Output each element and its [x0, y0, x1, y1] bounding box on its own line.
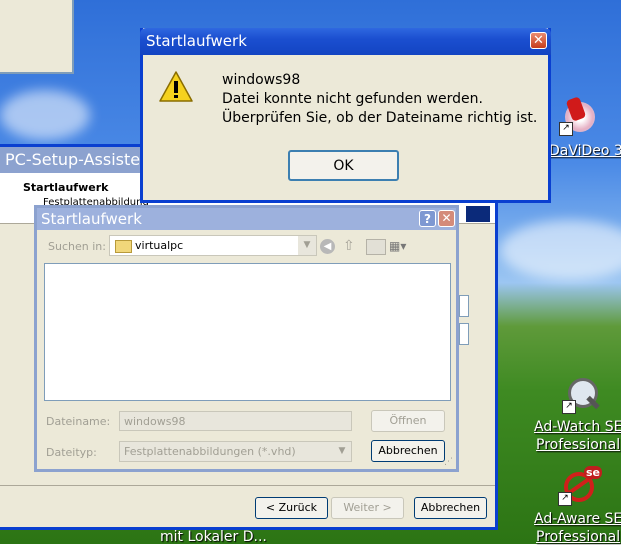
wizard-scroll-stub	[459, 295, 469, 317]
desktop-icon-ad-aware[interactable]: se ↗ Ad-Aware SE Professional	[532, 464, 621, 546]
new-folder-icon[interactable]	[366, 239, 386, 255]
wizard-title: PC-Setup-Assiste	[5, 150, 141, 169]
error-message-box: Startlaufwerk ✕ windows98 Datei konnte n…	[140, 28, 551, 203]
wizard-footer-divider	[0, 485, 495, 486]
open-file-dialog: Startlaufwerk ? ✕ Suchen in: virtualpc ▼…	[34, 205, 459, 472]
view-menu-icon[interactable]: ▦▾	[389, 239, 415, 253]
resize-grip-icon[interactable]: ⋰	[444, 457, 454, 467]
desktop-icon-label: DaViDeo 3	[549, 143, 621, 159]
back-nav-icon[interactable]: ◀	[320, 239, 335, 254]
message-line-3: Überprüfen Sie, ob der Dateiname richtig…	[222, 110, 538, 126]
message-box-titlebar: Startlaufwerk	[140, 28, 551, 55]
desktop-icon-label-line2: Professional	[536, 529, 621, 545]
open-dialog-titlebar: Startlaufwerk	[37, 208, 456, 230]
back-button[interactable]: < Zurück	[255, 497, 328, 519]
next-button[interactable]: Weiter >	[331, 497, 404, 519]
ad-aware-icon: se ↗	[558, 466, 603, 506]
message-box-title: Startlaufwerk	[146, 32, 247, 50]
help-button[interactable]: ?	[419, 210, 436, 227]
wizard-logo-icon	[465, 205, 491, 223]
desktop-icon-label-line1: Ad-Aware SE	[534, 511, 621, 527]
magnifier-icon: ↗	[562, 374, 602, 414]
message-box-close-button[interactable]: ✕	[530, 32, 547, 49]
filetype-value: Festplattenabbildungen (*.vhd)	[124, 445, 296, 458]
open-dialog-cancel-button[interactable]: Abbrechen	[371, 440, 445, 462]
lookin-select[interactable]: virtualpc ▼	[109, 235, 317, 256]
open-dialog-close-button[interactable]: ✕	[438, 210, 455, 227]
desktop-icon-label-line1: Ad-Watch SE	[534, 419, 621, 435]
warning-icon	[159, 70, 193, 104]
desktop-icon-ad-watch[interactable]: ↗ Ad-Watch SE Professional	[532, 372, 621, 456]
lookin-value: virtualpc	[135, 239, 184, 252]
wizard-heading: Startlaufwerk	[23, 181, 109, 194]
desktop-icon-label-bottom[interactable]: mit Lokaler D...	[160, 528, 267, 546]
filename-label: Dateiname:	[46, 415, 111, 428]
open-button[interactable]: Öffnen	[371, 410, 445, 432]
lookin-label: Suchen in:	[48, 240, 106, 253]
up-folder-icon[interactable]: ⇧	[343, 238, 359, 254]
ok-button[interactable]: OK	[288, 150, 399, 181]
open-dialog-title: Startlaufwerk	[41, 210, 142, 228]
background-window	[0, 0, 74, 74]
wizard-cancel-button[interactable]: Abbrechen	[414, 497, 487, 519]
desktop-icon-davideo[interactable]: ↗ DaViDeo 3	[545, 96, 621, 160]
file-list[interactable]	[44, 263, 451, 401]
chevron-down-icon[interactable]: ▼	[333, 442, 351, 461]
filetype-select[interactable]: Festplattenabbildungen (*.vhd) ▼	[119, 441, 352, 462]
davideo-icon: ↗	[559, 96, 599, 136]
message-line-2: Datei konnte nicht gefunden werden.	[222, 91, 483, 107]
filename-input[interactable]: windows98	[119, 411, 352, 431]
cloud	[500, 220, 621, 280]
folder-icon	[115, 240, 132, 253]
chevron-down-icon[interactable]: ▼	[298, 236, 316, 255]
cloud	[0, 90, 90, 140]
filetype-label: Dateityp:	[46, 446, 97, 459]
message-line-1: windows98	[222, 72, 301, 88]
wizard-scroll-stub	[459, 323, 469, 345]
desktop-icon-label-line2: Professional	[536, 437, 621, 453]
